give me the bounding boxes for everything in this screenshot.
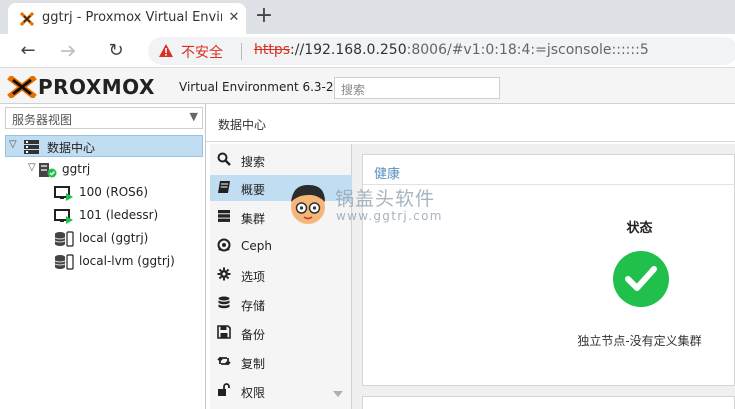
- search-input[interactable]: 搜索: [334, 77, 500, 99]
- resource-tree-panel: 服务器视图 ▼ ▽ 数据中心 ▽ ggtrj 100 (ROS6) 101 (l…: [0, 104, 206, 409]
- proxmox-logo-icon: [7, 76, 37, 98]
- menu-item-label: 备份: [241, 328, 266, 342]
- node-online-icon: [39, 163, 57, 178]
- database-icon: [218, 296, 230, 309]
- tree-collapse-icon[interactable]: ▽: [28, 162, 36, 173]
- tree-item-datacenter[interactable]: ▽ 数据中心: [5, 135, 203, 157]
- tree-item-label: 101 (ledessr): [79, 208, 159, 222]
- datacenter-menu: 搜索 概要 集群 Ceph 选项 存储 备份 复制 权限: [210, 144, 352, 409]
- server-view-select[interactable]: 服务器视图 ▼: [5, 107, 203, 129]
- menu-item-permissions[interactable]: 权限: [210, 378, 352, 404]
- tree-item-label: 数据中心: [47, 141, 96, 155]
- tree-item-label: local (ggtrj): [79, 231, 149, 245]
- summary-content: 健康 状态 独立节点-没有定义集群: [352, 144, 735, 409]
- menu-item-cluster[interactable]: 集群: [210, 204, 352, 230]
- tree-item-storage-local[interactable]: local (ggtrj): [5, 228, 203, 250]
- storage-icon: [54, 254, 74, 270]
- server-view-label: 服务器视图: [12, 113, 73, 127]
- chevron-down-icon[interactable]: ▼: [190, 110, 198, 123]
- url-host: ://192.168.0.250: [290, 42, 407, 58]
- browser-tab-strip: ggtrj - Proxmox Virtual Environme ✕ +: [0, 0, 735, 34]
- new-tab-icon[interactable]: +: [253, 5, 275, 27]
- status-label: 状态: [363, 217, 735, 236]
- menu-item-label: 集群: [241, 212, 266, 226]
- menu-item-summary[interactable]: 概要: [210, 175, 352, 201]
- forward-arrow-icon[interactable]: [59, 42, 77, 60]
- pve-header: PROXMOX Virtual Environment 6.3-2 搜索: [0, 68, 735, 104]
- menu-item-storage[interactable]: 存储: [210, 291, 352, 317]
- menu-item-replication[interactable]: 复制: [210, 349, 352, 375]
- proxmox-favicon-icon: [20, 12, 34, 26]
- checkmark-icon: [625, 266, 657, 291]
- menu-item-label: Ceph: [241, 239, 272, 253]
- health-panel: 健康 状态 独立节点-没有定义集群: [362, 154, 735, 386]
- tree-item-storage-local-lvm[interactable]: local-lvm (ggtrj): [5, 251, 203, 273]
- url-text[interactable]: https://192.168.0.250:8006/#v1:0:18:4:=j…: [254, 42, 649, 58]
- tree-item-label: ggtrj: [62, 162, 91, 176]
- product-version: Virtual Environment 6.3-2: [179, 80, 334, 94]
- next-panel: [362, 396, 735, 409]
- menu-item-label: 选项: [241, 270, 266, 284]
- status-ok-icon: [613, 251, 669, 307]
- insecure-label[interactable]: 不安全: [181, 42, 223, 62]
- menu-item-search[interactable]: 搜索: [210, 147, 352, 173]
- gear-icon: [217, 267, 231, 281]
- menu-item-label: 权限: [241, 386, 266, 400]
- tree-item-label: local-lvm (ggtrj): [79, 254, 175, 268]
- menu-item-label: 概要: [241, 183, 266, 197]
- browser-toolbar: ← ↻ 不安全 https://192.168.0.250:8006/#v1:0…: [0, 34, 735, 68]
- tab-title: ggtrj - Proxmox Virtual Environme: [42, 10, 222, 25]
- book-icon: [218, 181, 230, 193]
- vm-running-icon: [54, 186, 73, 201]
- url-scheme: https: [254, 42, 291, 58]
- unlock-icon: [218, 383, 230, 396]
- menu-item-ceph[interactable]: Ceph: [210, 233, 352, 259]
- breadcrumb-bar: 数据中心: [206, 104, 735, 142]
- browser-tab[interactable]: ggtrj - Proxmox Virtual Environme ✕: [8, 3, 246, 34]
- health-title: 健康: [374, 167, 401, 182]
- status-label-text: 状态: [626, 221, 653, 236]
- reload-icon[interactable]: ↻: [104, 39, 128, 63]
- address-separator: [241, 43, 242, 60]
- server-icon: [218, 210, 230, 222]
- tree-item-label: 100 (ROS6): [79, 185, 149, 199]
- vm-running-icon: [54, 209, 73, 224]
- url-path: :8006/#v1:0:18:4:=jsconsole::::::5: [406, 42, 649, 58]
- tree-collapse-icon[interactable]: ▽: [9, 139, 17, 150]
- scroll-down-icon[interactable]: [333, 391, 343, 397]
- close-tab-icon[interactable]: ✕: [226, 10, 242, 26]
- warning-triangle-icon: [159, 44, 173, 57]
- back-arrow-icon[interactable]: ←: [16, 39, 40, 63]
- tree-item-vm-101[interactable]: 101 (ledessr): [5, 205, 203, 227]
- menu-item-label: 搜索: [241, 155, 266, 169]
- retweet-icon: [217, 356, 231, 366]
- health-panel-header: 健康: [363, 155, 735, 185]
- floppy-icon: [217, 325, 231, 339]
- cluster-status-note: 独立节点-没有定义集群: [577, 334, 702, 348]
- address-bar[interactable]: 不安全 https://192.168.0.250:8006/#v1:0:18:…: [148, 37, 735, 65]
- breadcrumb: 数据中心: [218, 118, 267, 132]
- ceph-icon: [217, 238, 231, 252]
- menu-item-backup[interactable]: 备份: [210, 320, 352, 346]
- tree-item-vm-100[interactable]: 100 (ROS6): [5, 182, 203, 204]
- menu-item-label: 复制: [241, 357, 266, 371]
- search-icon: [217, 152, 231, 166]
- main-panel: 数据中心 搜索 概要 集群 Ceph 选项 存储 备份 复制 权限 健康 状态 …: [206, 104, 735, 409]
- proxmox-logo-text: PROXMOX: [38, 75, 155, 99]
- menu-item-label: 存储: [241, 299, 266, 313]
- server-stack-icon: [24, 140, 39, 154]
- menu-item-options[interactable]: 选项: [210, 262, 352, 288]
- storage-icon: [54, 231, 74, 247]
- tree-item-node[interactable]: ▽ ggtrj: [5, 159, 203, 181]
